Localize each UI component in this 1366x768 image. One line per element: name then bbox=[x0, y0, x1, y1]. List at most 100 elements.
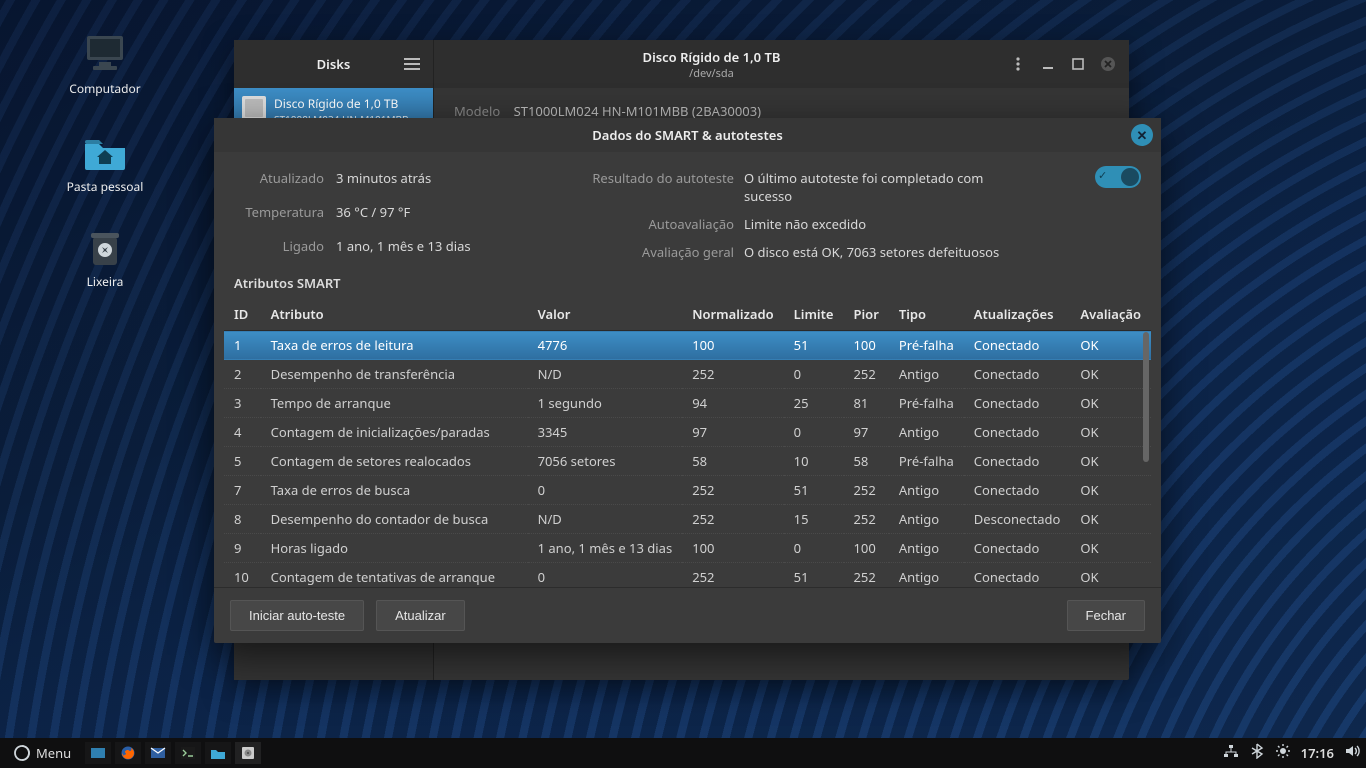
cell-asses: OK bbox=[1070, 331, 1151, 360]
refresh-button[interactable]: Atualizar bbox=[376, 600, 465, 631]
cell-norm: 252 bbox=[682, 476, 783, 505]
files-icon[interactable] bbox=[205, 742, 231, 764]
clock[interactable]: 17:16 bbox=[1301, 744, 1334, 762]
cell-upd: Conectado bbox=[964, 447, 1071, 476]
col-id[interactable]: ID bbox=[224, 298, 261, 331]
cell-lim: 51 bbox=[784, 476, 844, 505]
cell-asses: OK bbox=[1070, 476, 1151, 505]
cell-worst: 252 bbox=[844, 476, 889, 505]
folder-home-icon bbox=[81, 130, 129, 174]
terminal-icon[interactable] bbox=[175, 742, 201, 764]
col-assessment[interactable]: Avaliação bbox=[1070, 298, 1151, 331]
col-value[interactable]: Valor bbox=[528, 298, 683, 331]
system-tray: 17:16 bbox=[1223, 743, 1360, 763]
cell-val: N/D bbox=[528, 505, 683, 534]
maximize-icon[interactable] bbox=[1067, 53, 1089, 75]
col-worst[interactable]: Pior bbox=[844, 298, 889, 331]
cell-norm: 94 bbox=[682, 389, 783, 418]
smart-summary: Atualizado 3 minutos atrás Temperatura 3… bbox=[214, 152, 1161, 274]
col-normalized[interactable]: Normalizado bbox=[682, 298, 783, 331]
close-button[interactable]: Fechar bbox=[1067, 600, 1145, 631]
powered-on-value: 1 ano, 1 mês e 13 dias bbox=[336, 234, 534, 264]
taskbar-launchers bbox=[85, 742, 261, 764]
temperature-label: Temperatura bbox=[234, 200, 324, 230]
firefox-icon[interactable] bbox=[115, 742, 141, 764]
cell-lim: 0 bbox=[784, 534, 844, 563]
hamburger-menu-icon[interactable] bbox=[401, 53, 423, 75]
dialog-close-icon[interactable]: ✕ bbox=[1131, 124, 1153, 146]
desktop-icon-label: Pasta pessoal bbox=[50, 178, 160, 195]
cell-worst: 252 bbox=[844, 360, 889, 389]
col-threshold[interactable]: Limite bbox=[784, 298, 844, 331]
volume-icon[interactable] bbox=[1344, 743, 1360, 763]
bluetooth-icon[interactable] bbox=[1249, 743, 1265, 763]
desktop-icon-trash[interactable]: Lixeira bbox=[50, 225, 160, 290]
window-title: Disco Rígido de 1,0 TB bbox=[643, 48, 781, 66]
disks-taskbar-icon[interactable] bbox=[235, 742, 261, 764]
cell-worst: 100 bbox=[844, 331, 889, 360]
col-attribute[interactable]: Atributo bbox=[261, 298, 528, 331]
cell-attr: Contagem de tentativas de arranque bbox=[261, 563, 528, 588]
cell-type: Antigo bbox=[889, 418, 964, 447]
smart-enabled-toggle[interactable] bbox=[1095, 166, 1141, 188]
table-row[interactable]: 2Desempenho de transferênciaN/D2520252An… bbox=[224, 360, 1151, 389]
cell-lim: 0 bbox=[784, 360, 844, 389]
cell-attr: Tempo de arranque bbox=[261, 389, 528, 418]
cell-attr: Taxa de erros de leitura bbox=[261, 331, 528, 360]
brightness-icon[interactable] bbox=[1275, 743, 1291, 763]
network-icon[interactable] bbox=[1223, 743, 1239, 763]
overall-assessment-label: Avaliação geral bbox=[564, 240, 734, 264]
sidebar-item-title: Disco Rígido de 1,0 TB bbox=[274, 95, 409, 112]
selftest-result-value: O último autoteste foi completado com su… bbox=[744, 166, 1031, 208]
cell-worst: 97 bbox=[844, 418, 889, 447]
cell-val: N/D bbox=[528, 360, 683, 389]
table-row[interactable]: 3Tempo de arranque1 segundo942581Pré-fal… bbox=[224, 389, 1151, 418]
cell-asses: OK bbox=[1070, 360, 1151, 389]
cell-id: 2 bbox=[224, 360, 261, 389]
desktop-icon-computer[interactable]: Computador bbox=[50, 32, 160, 97]
cell-id: 8 bbox=[224, 505, 261, 534]
close-icon[interactable] bbox=[1097, 53, 1119, 75]
cell-asses: OK bbox=[1070, 534, 1151, 563]
cell-type: Antigo bbox=[889, 534, 964, 563]
table-row[interactable]: 7Taxa de erros de busca025251252AntigoCo… bbox=[224, 476, 1151, 505]
cell-norm: 58 bbox=[682, 447, 783, 476]
cell-upd: Conectado bbox=[964, 360, 1071, 389]
table-row[interactable]: 4Contagem de inicializações/paradas33459… bbox=[224, 418, 1151, 447]
table-row[interactable]: 10Contagem de tentativas de arranque0252… bbox=[224, 563, 1151, 588]
cell-id: 5 bbox=[224, 447, 261, 476]
cell-type: Pré-falha bbox=[889, 447, 964, 476]
trash-icon bbox=[81, 225, 129, 269]
mail-icon[interactable] bbox=[145, 742, 171, 764]
desktop-icon-home[interactable]: Pasta pessoal bbox=[50, 130, 160, 195]
show-desktop-icon[interactable] bbox=[85, 742, 111, 764]
cell-norm: 100 bbox=[682, 534, 783, 563]
col-type[interactable]: Tipo bbox=[889, 298, 964, 331]
cell-attr: Desempenho do contador de busca bbox=[261, 505, 528, 534]
table-row[interactable]: 5Contagem de setores realocados7056 seto… bbox=[224, 447, 1151, 476]
start-selftest-button[interactable]: Iniciar auto-teste bbox=[230, 600, 364, 631]
taskbar: Menu 17:16 bbox=[0, 738, 1366, 768]
cell-val: 0 bbox=[528, 563, 683, 588]
cell-lim: 51 bbox=[784, 563, 844, 588]
minimize-icon[interactable] bbox=[1037, 53, 1059, 75]
kebab-menu-icon[interactable] bbox=[1007, 53, 1029, 75]
cell-id: 7 bbox=[224, 476, 261, 505]
dialog-titlebar: Dados do SMART & autotestes ✕ bbox=[214, 118, 1161, 152]
temperature-value: 36 °C / 97 °F bbox=[336, 200, 534, 230]
col-updates[interactable]: Atualizações bbox=[964, 298, 1071, 331]
app-title: Disks bbox=[317, 55, 351, 73]
cell-upd: Conectado bbox=[964, 331, 1071, 360]
scrollbar-thumb[interactable] bbox=[1143, 332, 1149, 462]
table-row[interactable]: 1Taxa de erros de leitura477610051100Pré… bbox=[224, 331, 1151, 360]
table-row[interactable]: 8Desempenho do contador de buscaN/D25215… bbox=[224, 505, 1151, 534]
cell-attr: Horas ligado bbox=[261, 534, 528, 563]
menu-button[interactable]: Menu bbox=[6, 741, 79, 765]
self-assessment-label: Autoavaliação bbox=[564, 212, 734, 236]
table-row[interactable]: 9Horas ligado1 ano, 1 mês e 13 dias10001… bbox=[224, 534, 1151, 563]
cell-id: 3 bbox=[224, 389, 261, 418]
cell-norm: 100 bbox=[682, 331, 783, 360]
cell-norm: 252 bbox=[682, 563, 783, 588]
attributes-scroll[interactable]: ID Atributo Valor Normalizado Limite Pio… bbox=[224, 298, 1151, 587]
cell-asses: OK bbox=[1070, 389, 1151, 418]
